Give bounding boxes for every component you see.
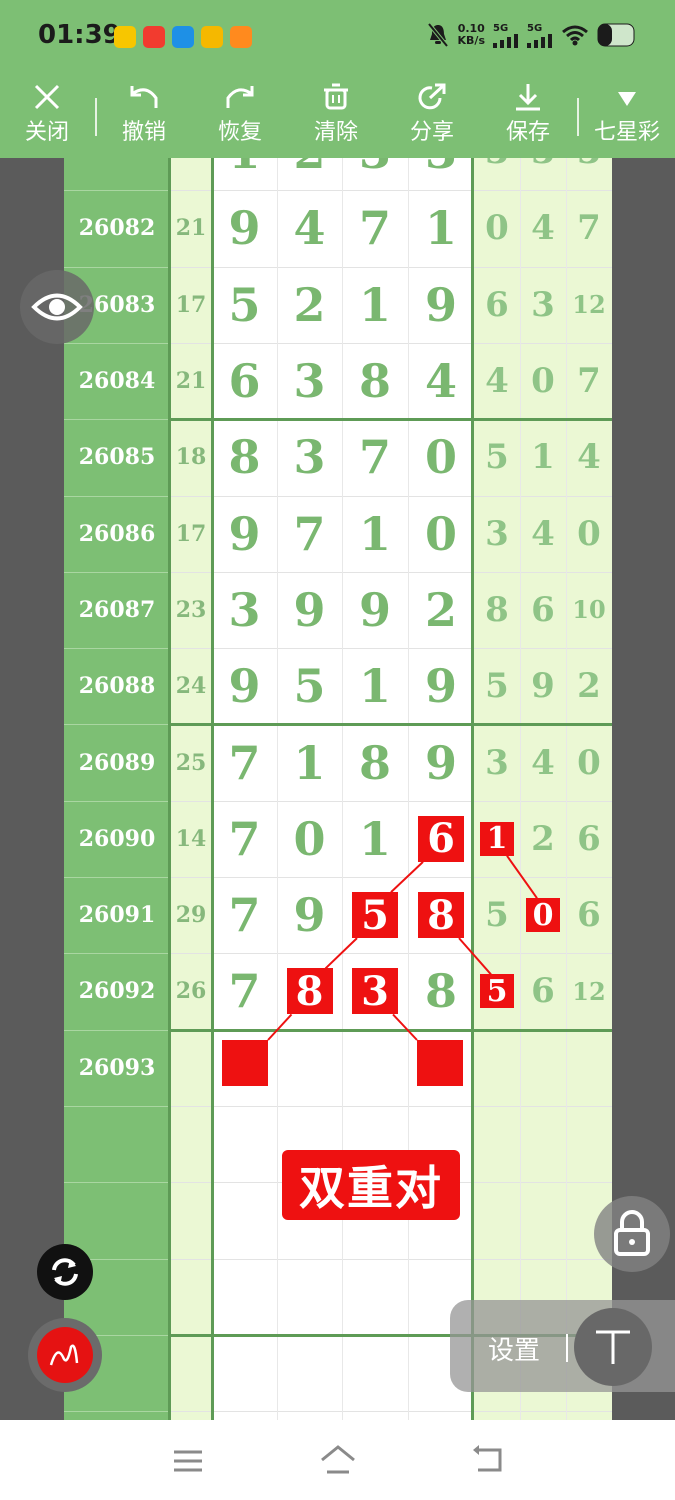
status-time: 01:39 bbox=[38, 20, 121, 50]
download-icon bbox=[516, 84, 540, 111]
rotate-button[interactable] bbox=[37, 1244, 93, 1300]
share-icon bbox=[418, 83, 446, 110]
pattern-link bbox=[390, 861, 424, 893]
highlighted-number: 8 bbox=[418, 892, 464, 939]
meituan-app-icon bbox=[114, 26, 136, 48]
close-icon bbox=[34, 84, 60, 110]
highlighted-number: 6 bbox=[418, 815, 464, 862]
share-button[interactable]: 分享 bbox=[396, 76, 468, 158]
prediction-mark-left[interactable] bbox=[222, 1040, 268, 1086]
toolbar-divider bbox=[577, 98, 579, 136]
pattern-link bbox=[458, 937, 492, 976]
video-app-icon bbox=[230, 26, 252, 48]
close-button[interactable]: 关闭 bbox=[11, 76, 83, 158]
pattern-links bbox=[267, 855, 538, 1041]
battery-icon bbox=[597, 23, 635, 47]
highlighted-number: 3 bbox=[352, 968, 398, 1015]
prediction-mark-right[interactable] bbox=[417, 1040, 463, 1086]
visibility-toggle-button[interactable] bbox=[20, 270, 94, 344]
clear-button[interactable]: 清除 bbox=[300, 76, 372, 158]
highlighted-number: 5 bbox=[352, 892, 398, 939]
triangle-down-icon bbox=[618, 92, 636, 106]
signal-1: 5G bbox=[493, 23, 519, 48]
pen-color-swatch bbox=[37, 1327, 93, 1383]
trash-icon bbox=[324, 83, 348, 110]
pattern-link bbox=[392, 1013, 418, 1041]
undo-button[interactable]: 撤销 bbox=[108, 76, 180, 158]
pattern-link bbox=[324, 937, 358, 970]
highlighted-number: 5 bbox=[480, 974, 514, 1009]
mute-bell-icon bbox=[426, 22, 449, 48]
pen-icon bbox=[49, 1344, 79, 1366]
redo-icon bbox=[226, 86, 254, 108]
menu-icon[interactable] bbox=[171, 1446, 205, 1476]
lock-button[interactable] bbox=[594, 1196, 670, 1272]
wifi-icon bbox=[562, 25, 588, 46]
signal-bars-icon bbox=[527, 33, 552, 48]
highlighted-number: 0 bbox=[526, 898, 560, 933]
signal-2: 5G bbox=[527, 23, 553, 48]
text-tool-icon bbox=[596, 1330, 630, 1364]
signal-bars-icon bbox=[493, 33, 518, 48]
toolbar-divider bbox=[95, 98, 97, 136]
shopping-app-icon bbox=[143, 26, 165, 48]
lottery-trend-grid[interactable]: 1233333260822194710472608317521963122608… bbox=[64, 158, 612, 1420]
toolbar: 关闭 撤销 恢复 清除 分享 保存 七星彩 bbox=[0, 76, 675, 158]
settings-divider bbox=[566, 1334, 568, 1362]
pen-tool-button[interactable] bbox=[28, 1318, 102, 1392]
sun-app-icon bbox=[201, 26, 223, 48]
sync-icon bbox=[52, 1258, 78, 1286]
net-speed: 0.10 KB/s bbox=[457, 22, 485, 47]
status-indicators: 0.10 KB/s 5G 5G bbox=[426, 22, 637, 48]
status-bar: 01:39 0.10 KB/s 5G 5G bbox=[0, 0, 675, 76]
pattern-link bbox=[267, 1013, 293, 1041]
save-button[interactable]: 保存 bbox=[492, 76, 564, 158]
highlighted-number: 8 bbox=[286, 968, 333, 1015]
navigation-bar bbox=[0, 1420, 675, 1500]
home-icon[interactable] bbox=[319, 1444, 357, 1476]
pattern-link bbox=[506, 855, 538, 899]
highlighted-number: 1 bbox=[480, 821, 514, 856]
undo-icon bbox=[130, 86, 158, 108]
lock-icon bbox=[614, 1210, 650, 1256]
lottery-type-dropdown[interactable]: 七星彩 bbox=[586, 76, 668, 158]
pattern-banner: 双重对 bbox=[282, 1150, 460, 1220]
back-icon[interactable] bbox=[470, 1444, 506, 1476]
eye-icon bbox=[31, 293, 83, 321]
settings-button[interactable]: 设置 bbox=[488, 1330, 540, 1367]
cloud-app-icon bbox=[172, 26, 194, 48]
redo-button[interactable]: 恢复 bbox=[204, 76, 276, 158]
text-tool-button[interactable] bbox=[574, 1308, 652, 1386]
